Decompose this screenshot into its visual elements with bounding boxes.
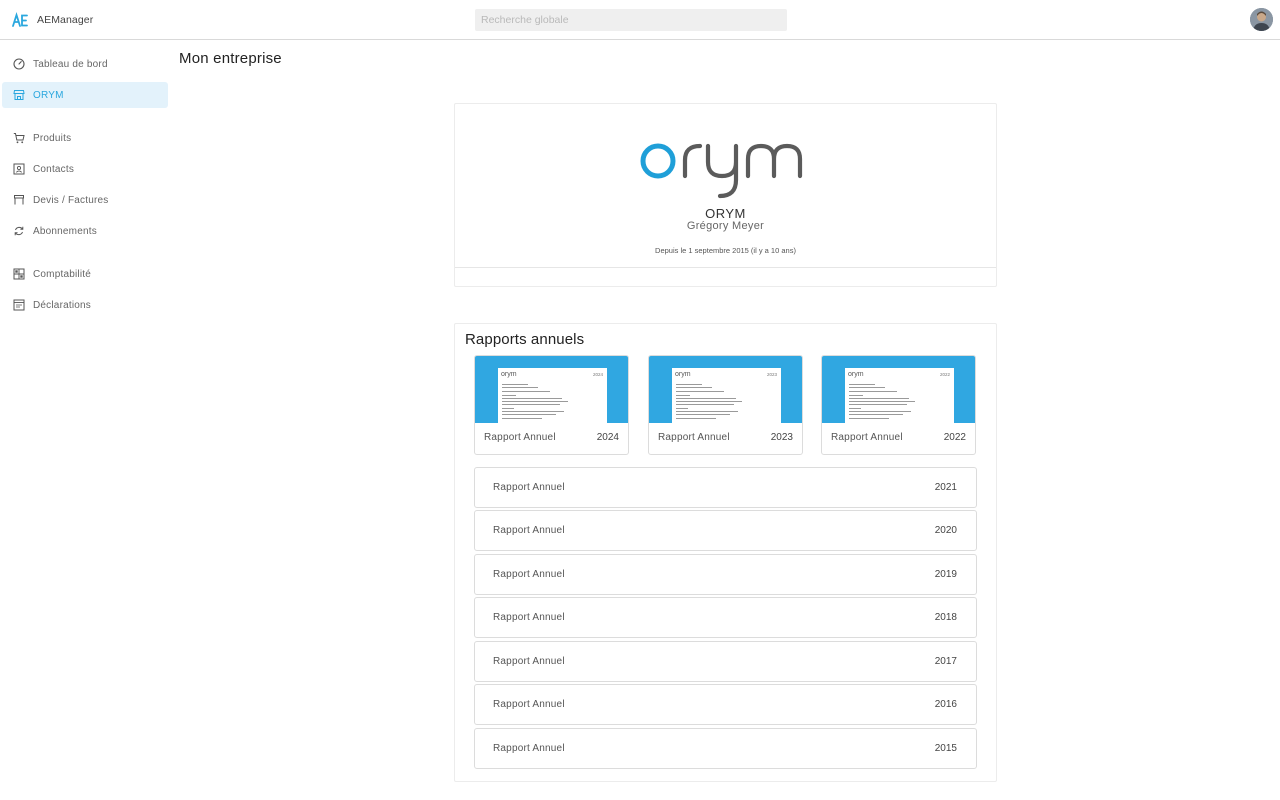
user-avatar[interactable] <box>1250 8 1273 31</box>
report-thumbnail-2023[interactable]: orym 2023 Rapport Annuel 2023 <box>648 355 803 455</box>
invoice-icon <box>12 194 25 207</box>
sidebar-item-comptabilite[interactable]: Comptabilité <box>2 261 168 287</box>
report-year: 2016 <box>934 699 957 710</box>
report-year: 2019 <box>934 569 957 580</box>
company-owner: Grégory Meyer <box>686 220 765 232</box>
report-row-2020[interactable]: Rapport Annuel 2020 <box>474 510 977 551</box>
report-label: Rapport Annuel <box>493 569 565 580</box>
report-label: Rapport Annuel <box>493 612 565 623</box>
store-icon <box>12 89 25 102</box>
report-row-2016[interactable]: Rapport Annuel 2016 <box>474 684 977 725</box>
aemanager-logo-icon <box>12 12 28 28</box>
sidebar-item-label: Contacts <box>33 163 75 175</box>
report-row-2019[interactable]: Rapport Annuel 2019 <box>474 554 977 595</box>
report-label: Rapport Annuel <box>658 432 730 443</box>
sidebar-item-label: ORYM <box>33 89 64 101</box>
report-preview: orym 2022 <box>822 356 975 423</box>
report-label: Rapport Annuel <box>493 482 565 493</box>
mini-logo: orym <box>675 371 691 378</box>
ledger-icon <box>12 268 25 281</box>
sidebar-item-produits[interactable]: Produits <box>2 125 168 151</box>
app-name: AEManager <box>37 14 94 26</box>
report-label: Rapport Annuel <box>493 699 565 710</box>
report-year: 2024 <box>596 432 619 443</box>
page-title: Mon entreprise <box>179 50 282 67</box>
report-year: 2015 <box>934 743 957 754</box>
report-label: Rapport Annuel <box>493 743 565 754</box>
company-since-date: Depuis le 1 septembre 2015 (il y a 10 an… <box>655 246 796 255</box>
app-brand[interactable]: AEManager <box>12 10 93 30</box>
report-thumbnail-2022[interactable]: orym 2022 Rapport Annuel 2022 <box>821 355 976 455</box>
report-year: 2023 <box>770 432 793 443</box>
mini-logo: orym <box>848 371 864 378</box>
sidebar-item-declarations[interactable]: Déclarations <box>2 292 168 318</box>
company-logo <box>640 142 812 200</box>
gauge-icon <box>12 58 25 71</box>
report-row-2017[interactable]: Rapport Annuel 2017 <box>474 641 977 682</box>
contact-card-icon <box>12 163 25 176</box>
report-page-preview: orym 2024 <box>498 368 607 423</box>
report-year: 2018 <box>934 612 957 623</box>
mini-year: 2022 <box>939 372 950 377</box>
annual-reports-card: Rapports annuels orym 2024 Rapport Annue… <box>454 323 997 782</box>
sidebar-item-label: Déclarations <box>33 299 91 311</box>
sidebar-item-orym[interactable]: ORYM <box>2 82 168 108</box>
sidebar-item-tableau-de-bord[interactable]: Tableau de bord <box>2 51 168 77</box>
cart-icon <box>12 132 25 145</box>
report-year: 2017 <box>934 656 957 667</box>
sidebar-item-label: Produits <box>33 132 72 144</box>
mini-logo: orym <box>501 371 517 378</box>
report-year: 2020 <box>934 525 957 536</box>
sidebar: Tableau de bord ORYM Produits Contacts D… <box>0 40 170 800</box>
refresh-icon <box>12 225 25 238</box>
top-bar: AEManager <box>0 0 1280 40</box>
global-search-input[interactable] <box>475 9 787 31</box>
company-card-divider <box>455 267 996 268</box>
mini-year: 2024 <box>592 372 603 377</box>
report-label: Rapport Annuel <box>493 525 565 536</box>
sidebar-item-devis-factures[interactable]: Devis / Factures <box>2 187 168 213</box>
report-label: Rapport Annuel <box>831 432 903 443</box>
report-preview: orym 2023 <box>649 356 802 423</box>
report-row-2018[interactable]: Rapport Annuel 2018 <box>474 597 977 638</box>
report-label: Rapport Annuel <box>493 656 565 667</box>
report-row-2015[interactable]: Rapport Annuel 2015 <box>474 728 977 769</box>
declaration-icon <box>12 299 25 312</box>
report-year: 2021 <box>934 482 957 493</box>
reports-title: Rapports annuels <box>465 331 585 348</box>
sidebar-item-abonnements[interactable]: Abonnements <box>2 218 168 244</box>
sidebar-item-label: Abonnements <box>33 225 97 237</box>
sidebar-item-label: Comptabilité <box>33 268 91 280</box>
report-label: Rapport Annuel <box>484 432 556 443</box>
report-page-preview: orym 2022 <box>845 368 954 423</box>
sidebar-item-label: Tableau de bord <box>33 58 108 70</box>
report-year: 2022 <box>943 432 966 443</box>
company-card: ORYM Grégory Meyer Depuis le 1 septembre… <box>454 103 997 287</box>
sidebar-item-contacts[interactable]: Contacts <box>2 156 168 182</box>
company-name: ORYM <box>705 206 746 221</box>
mini-year: 2023 <box>766 372 777 377</box>
report-page-preview: orym 2023 <box>672 368 781 423</box>
report-row-2021[interactable]: Rapport Annuel 2021 <box>474 467 977 508</box>
report-thumbnail-2024[interactable]: orym 2024 Rapport Annuel 2024 <box>474 355 629 455</box>
report-preview: orym 2024 <box>475 356 628 423</box>
sidebar-item-label: Devis / Factures <box>33 194 109 206</box>
